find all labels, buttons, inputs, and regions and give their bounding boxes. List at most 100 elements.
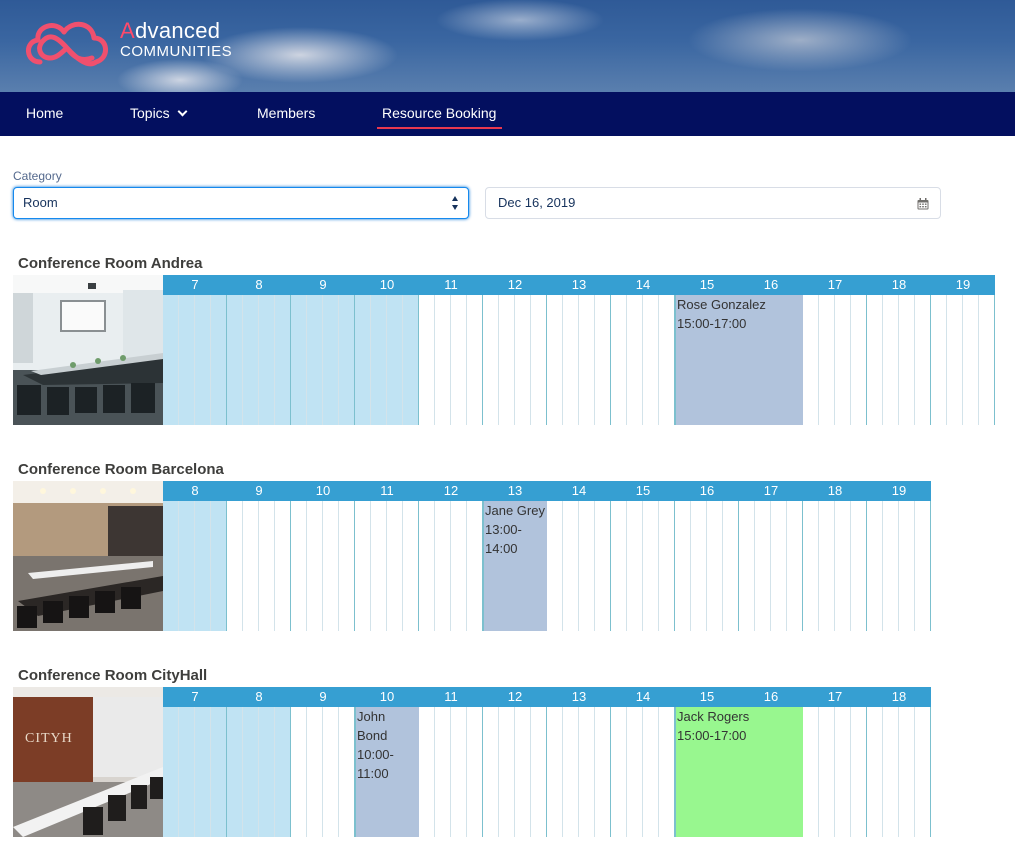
time-slot[interactable]	[579, 501, 595, 631]
time-slot[interactable]	[659, 501, 675, 631]
booking-block[interactable]: John Bond 10:00- 11:00	[355, 707, 419, 837]
time-slot[interactable]	[707, 501, 723, 631]
time-slot[interactable]	[595, 707, 611, 837]
time-slot[interactable]	[611, 501, 627, 631]
time-slot[interactable]	[499, 707, 515, 837]
time-slot[interactable]	[531, 295, 547, 425]
time-slot[interactable]	[691, 501, 707, 631]
time-slot[interactable]	[723, 501, 739, 631]
cloud-logo-icon[interactable]	[22, 12, 112, 72]
time-slot[interactable]	[563, 707, 579, 837]
time-slot[interactable]	[915, 707, 931, 837]
time-slot[interactable]	[483, 707, 499, 837]
time-slot[interactable]	[755, 501, 771, 631]
time-slot[interactable]	[627, 501, 643, 631]
time-slot[interactable]	[371, 501, 387, 631]
time-slot[interactable]	[675, 501, 691, 631]
booking-block[interactable]: Jane Grey 13:00- 14:00	[483, 501, 547, 631]
time-slot[interactable]	[643, 707, 659, 837]
time-slot[interactable]	[435, 501, 451, 631]
time-slot[interactable]	[819, 501, 835, 631]
time-slot[interactable]	[403, 501, 419, 631]
booking-block[interactable]: Rose Gonzalez 15:00-17:00	[675, 295, 803, 425]
time-slot[interactable]	[451, 295, 467, 425]
time-slot[interactable]	[339, 707, 355, 837]
time-slot[interactable]	[563, 295, 579, 425]
time-slot[interactable]	[483, 295, 499, 425]
time-slot[interactable]	[595, 295, 611, 425]
time-slot[interactable]	[883, 707, 899, 837]
time-slot[interactable]	[627, 707, 643, 837]
time-slot[interactable]	[803, 295, 819, 425]
time-slot[interactable]	[435, 295, 451, 425]
time-slot[interactable]	[915, 295, 931, 425]
time-slot[interactable]	[611, 707, 627, 837]
time-slot[interactable]	[835, 295, 851, 425]
time-slot[interactable]	[979, 295, 995, 425]
time-slot[interactable]	[643, 295, 659, 425]
category-select[interactable]: Room	[13, 187, 469, 219]
time-slot[interactable]	[963, 295, 979, 425]
time-slot[interactable]	[851, 707, 867, 837]
time-slot[interactable]	[291, 501, 307, 631]
time-slot[interactable]	[899, 295, 915, 425]
time-slot[interactable]	[883, 295, 899, 425]
time-slot[interactable]	[531, 707, 547, 837]
time-slot[interactable]	[899, 707, 915, 837]
time-slot[interactable]	[739, 501, 755, 631]
time-slot[interactable]	[659, 295, 675, 425]
time-slot[interactable]	[835, 707, 851, 837]
time-slot[interactable]	[595, 501, 611, 631]
time-slot[interactable]	[419, 707, 435, 837]
time-slot[interactable]	[851, 501, 867, 631]
time-slot[interactable]	[307, 707, 323, 837]
time-slot[interactable]	[771, 501, 787, 631]
time-slot[interactable]	[227, 501, 243, 631]
nav-members[interactable]: Members	[257, 92, 315, 136]
time-slot[interactable]	[819, 707, 835, 837]
time-slot[interactable]	[643, 501, 659, 631]
time-slot[interactable]	[307, 501, 323, 631]
time-slot[interactable]	[547, 707, 563, 837]
time-slot[interactable]	[883, 501, 899, 631]
time-slot[interactable]	[915, 501, 931, 631]
time-slot[interactable]	[339, 501, 355, 631]
time-slot[interactable]	[499, 295, 515, 425]
nav-topics[interactable]: Topics	[130, 92, 188, 136]
time-slot[interactable]	[803, 501, 819, 631]
time-slot[interactable]	[467, 707, 483, 837]
time-slot[interactable]	[435, 707, 451, 837]
time-slot[interactable]	[947, 295, 963, 425]
time-slot[interactable]	[627, 295, 643, 425]
booking-block[interactable]: Jack Rogers 15:00-17:00	[675, 707, 803, 837]
time-slot[interactable]	[323, 501, 339, 631]
date-input[interactable]: Dec 16, 2019	[485, 187, 941, 219]
time-slot[interactable]	[467, 295, 483, 425]
time-slot[interactable]	[867, 707, 883, 837]
time-slot[interactable]	[291, 707, 307, 837]
time-slot[interactable]	[787, 501, 803, 631]
time-slot[interactable]	[547, 501, 563, 631]
time-slot[interactable]	[819, 295, 835, 425]
time-slot[interactable]	[867, 295, 883, 425]
time-slot[interactable]	[451, 501, 467, 631]
time-slot[interactable]	[323, 707, 339, 837]
time-slot[interactable]	[547, 295, 563, 425]
time-slot[interactable]	[899, 501, 915, 631]
time-slot[interactable]	[355, 501, 371, 631]
calendar-icon[interactable]	[917, 198, 929, 210]
nav-resource-booking[interactable]: Resource Booking	[376, 92, 503, 136]
time-slot[interactable]	[835, 501, 851, 631]
time-slot[interactable]	[515, 707, 531, 837]
time-slot[interactable]	[243, 501, 259, 631]
time-slot[interactable]	[259, 501, 275, 631]
time-slot[interactable]	[419, 501, 435, 631]
time-slot[interactable]	[579, 295, 595, 425]
time-slot[interactable]	[579, 707, 595, 837]
time-slot[interactable]	[419, 295, 435, 425]
time-slot[interactable]	[275, 501, 291, 631]
time-slot[interactable]	[851, 295, 867, 425]
time-slot[interactable]	[451, 707, 467, 837]
time-slot[interactable]	[563, 501, 579, 631]
time-slot[interactable]	[931, 295, 947, 425]
